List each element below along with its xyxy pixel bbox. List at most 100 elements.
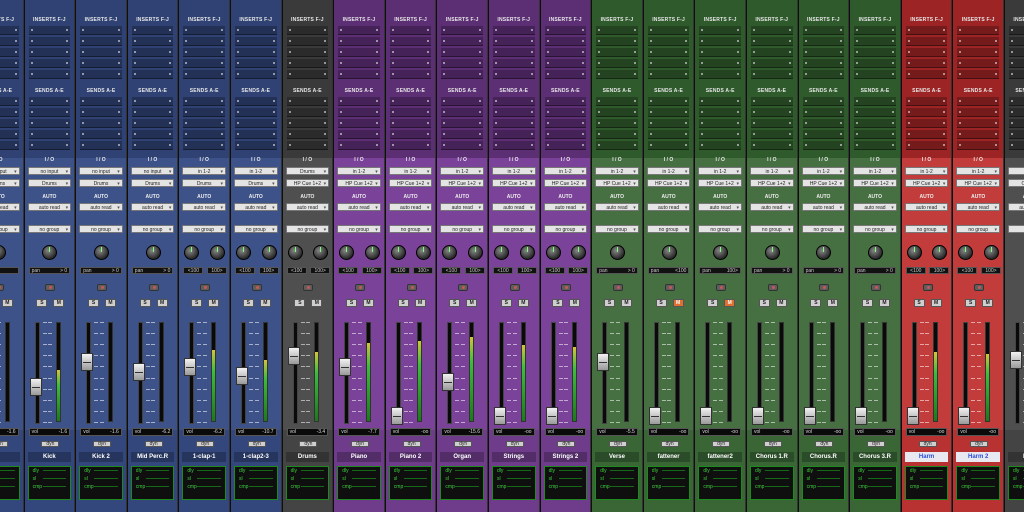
send-slot[interactable] xyxy=(647,141,690,150)
send-slot[interactable] xyxy=(1009,97,1024,106)
send-slot[interactable] xyxy=(0,119,19,128)
input-selector[interactable]: in 1-2 xyxy=(492,167,536,175)
send-slot[interactable] xyxy=(905,108,948,117)
send-slot[interactable] xyxy=(957,141,999,150)
send-slot[interactable] xyxy=(905,119,948,128)
track-name[interactable]: Strings xyxy=(492,452,536,462)
send-slot[interactable] xyxy=(80,119,122,128)
send-slot[interactable] xyxy=(183,97,225,106)
dyn-button[interactable]: dyn xyxy=(144,441,163,447)
mute-button[interactable]: M xyxy=(104,299,116,307)
group-selector[interactable]: no group xyxy=(182,225,226,233)
insert-slot[interactable] xyxy=(905,26,948,35)
volume-fader[interactable] xyxy=(958,407,971,425)
output-selector[interactable]: HP Cue 1+2 xyxy=(543,179,588,187)
insert-slot[interactable] xyxy=(286,26,329,35)
track-name[interactable] xyxy=(0,452,20,462)
input-selector[interactable]: in 1-2 xyxy=(904,167,949,175)
automation-mode-selector[interactable]: auto read xyxy=(388,203,433,211)
record-enable-button[interactable] xyxy=(200,284,211,291)
send-slot[interactable] xyxy=(389,141,432,150)
pan-knob-right[interactable] xyxy=(519,245,535,260)
volume-fader[interactable] xyxy=(700,407,713,425)
pan-knob-right[interactable] xyxy=(209,245,225,260)
input-selector[interactable]: in 1-2 xyxy=(182,167,226,175)
insert-slot[interactable] xyxy=(699,70,741,79)
input-selector[interactable]: no input xyxy=(27,167,72,175)
track-name[interactable]: Chorus 3.R xyxy=(853,452,897,462)
volume-fader[interactable] xyxy=(855,407,868,425)
output-selector[interactable]: Drums xyxy=(182,179,226,187)
insert-slot[interactable] xyxy=(905,70,948,79)
record-enable-button[interactable] xyxy=(716,284,727,291)
record-enable-button[interactable] xyxy=(664,284,675,291)
input-selector[interactable]: no input xyxy=(130,167,175,175)
insert-slot[interactable] xyxy=(1009,59,1024,68)
insert-slot[interactable] xyxy=(957,70,999,79)
mute-button[interactable]: M xyxy=(362,299,374,307)
pan-knob-left[interactable] xyxy=(236,245,251,260)
insert-slot[interactable] xyxy=(441,37,483,46)
record-enable-button[interactable] xyxy=(148,284,159,291)
insert-slot[interactable] xyxy=(802,26,845,35)
solo-button[interactable]: S xyxy=(603,299,615,307)
insert-slot[interactable] xyxy=(235,59,277,68)
send-slot[interactable] xyxy=(905,97,948,106)
send-slot[interactable] xyxy=(28,141,71,150)
send-slot[interactable] xyxy=(802,130,845,139)
insert-slot[interactable] xyxy=(338,59,380,68)
insert-slot[interactable] xyxy=(286,37,329,46)
automation-mode-selector[interactable]: auto read xyxy=(1008,203,1024,211)
insert-slot[interactable] xyxy=(647,26,690,35)
group-selector[interactable]: no group xyxy=(234,225,278,233)
insert-slot[interactable] xyxy=(1009,48,1024,57)
send-slot[interactable] xyxy=(544,130,587,139)
insert-slot[interactable] xyxy=(0,37,19,46)
automation-mode-selector[interactable]: auto read xyxy=(234,203,278,211)
record-enable-button[interactable] xyxy=(96,284,107,291)
group-selector[interactable]: no group xyxy=(698,225,742,233)
insert-slot[interactable] xyxy=(751,37,793,46)
send-slot[interactable] xyxy=(493,119,535,128)
mute-button[interactable]: M xyxy=(259,299,271,307)
insert-slot[interactable] xyxy=(957,48,999,57)
solo-button[interactable]: S xyxy=(397,299,409,307)
group-selector[interactable]: no group xyxy=(853,225,897,233)
dyn-button[interactable]: dyn xyxy=(299,441,318,447)
send-slot[interactable] xyxy=(905,130,948,139)
dyn-button[interactable]: dyn xyxy=(712,441,731,447)
insert-slot[interactable] xyxy=(441,48,483,57)
solo-button[interactable]: S xyxy=(552,299,564,307)
output-selector[interactable]: HP Cue 1+2 xyxy=(853,179,897,187)
automation-mode-selector[interactable]: auto read xyxy=(801,203,846,211)
send-slot[interactable] xyxy=(544,97,587,106)
insert-slot[interactable] xyxy=(441,59,483,68)
pan-knob-left[interactable] xyxy=(906,245,922,260)
track-name[interactable]: fattener xyxy=(646,452,691,462)
group-selector[interactable]: no group xyxy=(956,225,1000,233)
insert-slot[interactable] xyxy=(854,48,896,57)
insert-slot[interactable] xyxy=(544,70,587,79)
send-slot[interactable] xyxy=(596,130,638,139)
group-selector[interactable]: no group xyxy=(440,225,484,233)
record-enable-button[interactable] xyxy=(974,284,985,291)
track-name[interactable]: Kick 2 xyxy=(79,452,123,462)
volume-fader[interactable] xyxy=(287,347,300,365)
send-slot[interactable] xyxy=(338,108,380,117)
record-enable-button[interactable] xyxy=(819,284,830,291)
group-selector[interactable]: no group xyxy=(543,225,588,233)
insert-slot[interactable] xyxy=(183,37,225,46)
track-name[interactable]: Kick xyxy=(27,452,72,462)
record-enable-button[interactable] xyxy=(922,284,933,291)
automation-mode-selector[interactable]: auto read xyxy=(182,203,226,211)
dyn-button[interactable]: dyn xyxy=(350,441,369,447)
dyn-button[interactable]: dyn xyxy=(970,441,989,447)
send-slot[interactable] xyxy=(1009,141,1024,150)
automation-mode-selector[interactable]: auto read xyxy=(130,203,175,211)
input-selector[interactable]: in 1-2 xyxy=(337,167,381,175)
solo-button[interactable]: S xyxy=(965,299,977,307)
solo-button[interactable]: S xyxy=(861,299,873,307)
automation-mode-selector[interactable]: auto read xyxy=(853,203,897,211)
send-slot[interactable] xyxy=(493,108,535,117)
dyn-button[interactable]: dyn xyxy=(196,441,215,447)
